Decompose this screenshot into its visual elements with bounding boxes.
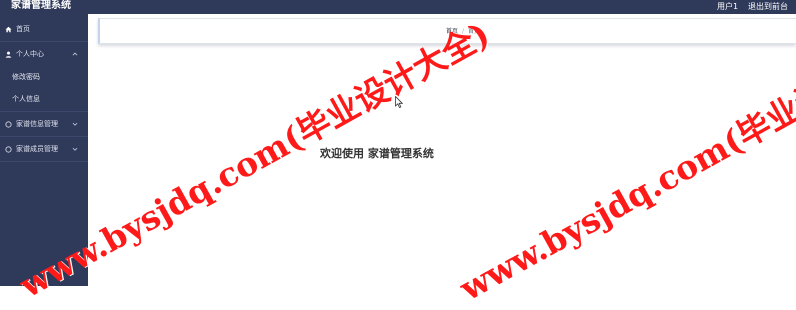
top-bar: 家谱管理系统 用户1 退出到前台 bbox=[0, 0, 796, 14]
circle-icon bbox=[5, 121, 12, 128]
sidebar-item-home[interactable]: 首页 bbox=[0, 18, 88, 40]
welcome-message: 欢迎使用 家谱管理系统 bbox=[320, 147, 434, 160]
sidebar-subitem-label: 修改密码 bbox=[12, 73, 40, 81]
breadcrumb-separator: / bbox=[462, 28, 465, 35]
chevron-down-icon bbox=[72, 147, 78, 151]
sidebar-divider bbox=[0, 161, 88, 162]
sidebar-divider bbox=[0, 136, 88, 137]
sidebar-item-label: 个人中心 bbox=[16, 50, 44, 58]
circle-icon bbox=[5, 146, 12, 153]
sidebar-subitem-label: 个人信息 bbox=[12, 95, 40, 103]
breadcrumb-bar: 首页 / 首页 bbox=[98, 18, 796, 44]
breadcrumb: 首页 / 首页 bbox=[446, 27, 480, 37]
chevron-down-icon bbox=[72, 122, 78, 126]
exit-to-frontend-link[interactable]: 退出到前台 bbox=[748, 0, 788, 13]
mouse-cursor-icon bbox=[395, 96, 403, 108]
sidebar-subitem-change-password[interactable]: 修改密码 bbox=[0, 66, 88, 88]
sidebar-divider bbox=[0, 41, 88, 42]
chevron-up-icon bbox=[72, 52, 78, 56]
sidebar: 首页 个人中心 修改密码 个人信息 家谱信息管理 家谱成员管理 bbox=[0, 14, 88, 286]
home-icon bbox=[5, 26, 12, 33]
sidebar-item-genealogy-info[interactable]: 家谱信息管理 bbox=[0, 113, 88, 135]
sidebar-item-label: 家谱信息管理 bbox=[16, 120, 58, 128]
sidebar-subitem-personal-info[interactable]: 个人信息 bbox=[0, 88, 88, 110]
current-user: 用户1 bbox=[717, 2, 739, 11]
sidebar-divider bbox=[0, 111, 88, 112]
breadcrumb-current: 首页 bbox=[468, 28, 481, 35]
sidebar-item-label: 首页 bbox=[16, 25, 30, 33]
app-title: 家谱管理系统 bbox=[11, 0, 71, 11]
sidebar-item-personal-center[interactable]: 个人中心 bbox=[0, 43, 88, 65]
breadcrumb-home-link[interactable]: 首页 bbox=[446, 28, 458, 35]
sidebar-item-label: 家谱成员管理 bbox=[16, 145, 58, 153]
sidebar-item-genealogy-members[interactable]: 家谱成员管理 bbox=[0, 138, 88, 160]
user-icon bbox=[5, 51, 12, 58]
